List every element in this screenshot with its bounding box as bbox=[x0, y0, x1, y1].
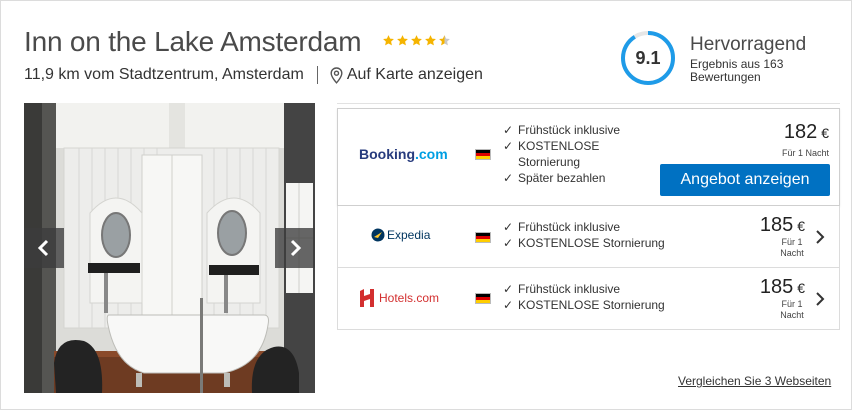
price-currency: € bbox=[797, 280, 805, 296]
perk-item: ✓ KOSTENLOSE Stornierung bbox=[503, 298, 665, 312]
expedia-logo-text: Expedia bbox=[387, 228, 431, 242]
hotel-name[interactable]: Inn on the Lake Amsterdam bbox=[24, 26, 362, 58]
check-icon: ✓ bbox=[503, 139, 514, 153]
perk-item: ✓ KOSTENLOSE Stornierung bbox=[503, 236, 665, 250]
perk-item: ✓ Frühstück inklusive bbox=[503, 220, 621, 234]
offer-price: 185 € Für 1 Nacht bbox=[745, 276, 805, 321]
divider bbox=[316, 66, 318, 84]
gallery-next-button[interactable] bbox=[275, 228, 315, 268]
germany-flag-icon bbox=[475, 232, 491, 243]
offer-price: 182 € Für 1 Nacht bbox=[782, 121, 829, 159]
hotels-logo: Hotels.com bbox=[359, 289, 439, 307]
location-line: 11,9 km vom Stadtzentrum, Amsterdam Auf … bbox=[24, 66, 483, 84]
price-currency: € bbox=[797, 218, 805, 234]
expedia-globe-icon bbox=[371, 228, 385, 242]
expedia-logo: Expedia bbox=[371, 228, 430, 242]
check-icon: ✓ bbox=[503, 298, 514, 312]
half-star-icon bbox=[439, 35, 450, 46]
price-amount: 182 bbox=[783, 121, 818, 143]
chevron-right-icon[interactable] bbox=[813, 228, 827, 246]
compare-websites-link[interactable]: Vergleichen Sie 3 Webseiten bbox=[678, 374, 831, 388]
map-pin-icon bbox=[330, 66, 343, 84]
gallery-prev-button[interactable] bbox=[24, 228, 64, 268]
price-per-night: Für 1 Nacht bbox=[780, 237, 804, 258]
price-per-night: Für 1 Nacht bbox=[781, 148, 829, 158]
perk-item: ✓ Frühstück inklusive bbox=[503, 282, 621, 296]
bathroom-image bbox=[24, 103, 315, 393]
star-icon bbox=[383, 35, 394, 46]
price-currency: € bbox=[821, 125, 829, 141]
germany-flag-icon bbox=[475, 149, 491, 160]
perk-item: ✓ Frühstück inklusive bbox=[503, 123, 621, 137]
check-icon: ✓ bbox=[503, 123, 514, 137]
price-amount: 185 bbox=[759, 276, 794, 298]
germany-flag-icon bbox=[475, 293, 491, 304]
rating-label: Hervorragend bbox=[690, 34, 807, 55]
offer-expedia[interactable]: Expedia ✓ Frühstück inklusive ✓ KOSTENLOSE… bbox=[337, 206, 840, 268]
check-icon: ✓ bbox=[503, 236, 514, 250]
rating-review-count: Ergebnis aus 163 Bewertungen bbox=[690, 57, 784, 84]
star-icon bbox=[411, 35, 422, 46]
price-amount: 185 bbox=[759, 214, 794, 236]
hotels-h-icon bbox=[360, 289, 374, 307]
offer-hotels[interactable]: Hotels.com ✓ Frühstück inklusive ✓ KOSTENL… bbox=[337, 268, 840, 330]
check-icon: ✓ bbox=[503, 171, 514, 185]
distance-text: 11,9 km vom Stadtzentrum, Amsterdam bbox=[24, 66, 304, 83]
offer-perks: ✓ Frühstück inklusive ✓ KOSTENLOSE Stornie… bbox=[503, 122, 628, 186]
chevron-right-icon[interactable] bbox=[813, 290, 827, 308]
show-on-map-link[interactable]: Auf Karte anzeigen bbox=[330, 66, 483, 84]
rating-score: 9.1 bbox=[635, 47, 661, 68]
star-rating bbox=[382, 34, 452, 47]
booking-logo-text: Booking bbox=[359, 146, 415, 162]
offer-perks: ✓ Frühstück inklusive ✓ KOSTENLOSE Stornie… bbox=[503, 219, 665, 251]
chevron-left-icon bbox=[37, 239, 49, 257]
check-icon: ✓ bbox=[503, 220, 514, 234]
offer-price: 185 € Für 1 Nacht bbox=[745, 214, 805, 259]
show-offer-button[interactable]: Angebot anzeigen bbox=[660, 164, 830, 196]
perk-item: ✓ KOSTENLOSE Stornierung bbox=[503, 139, 600, 169]
offers-divider bbox=[337, 103, 840, 104]
star-icon bbox=[425, 35, 436, 46]
show-on-map-label: Auf Karte anzeigen bbox=[346, 66, 483, 83]
price-per-night: Für 1 Nacht bbox=[780, 299, 804, 320]
booking-logo-suffix: .com bbox=[415, 146, 448, 162]
star-icon bbox=[397, 35, 408, 46]
hotels-logo-text: Hotels.com bbox=[379, 291, 440, 305]
chevron-right-icon bbox=[290, 239, 302, 257]
perk-item: ✓ Später bezahlen bbox=[503, 171, 606, 185]
offer-perks: ✓ Frühstück inklusive ✓ KOSTENLOSE Stornie… bbox=[503, 281, 665, 313]
hotel-photo[interactable] bbox=[24, 103, 315, 393]
booking-logo: Booking .com bbox=[359, 146, 448, 162]
check-icon: ✓ bbox=[503, 282, 514, 296]
